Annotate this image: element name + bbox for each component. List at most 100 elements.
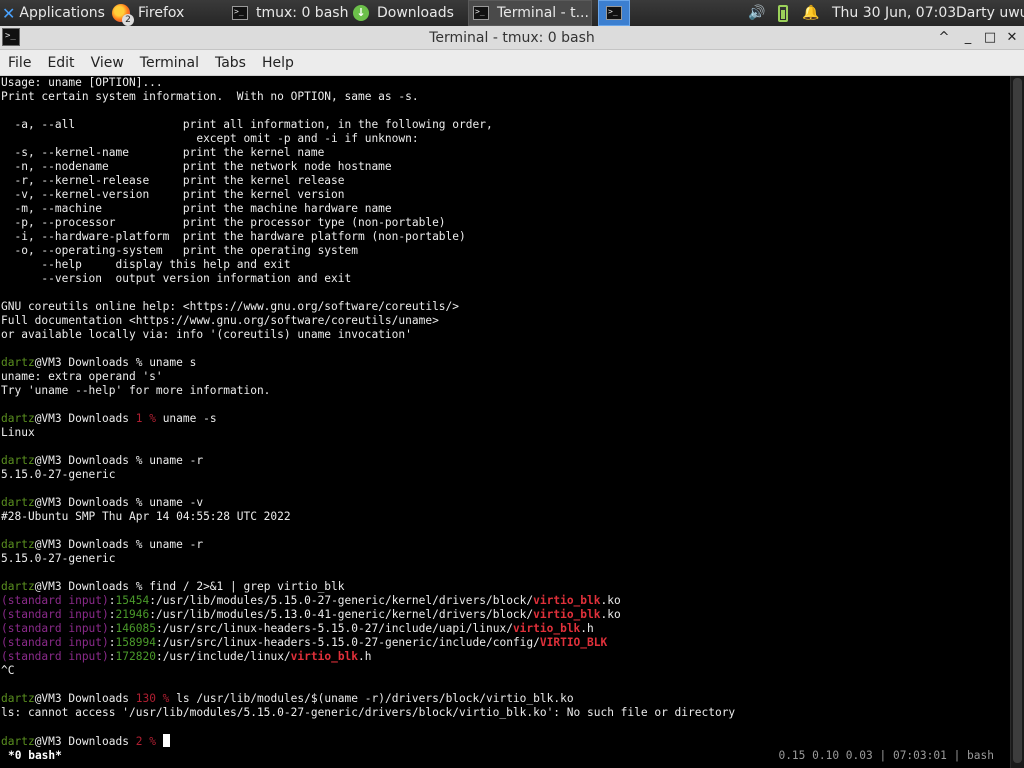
- terminal-line: or available locally via: info '(coreuti…: [0, 328, 1010, 342]
- menu-terminal[interactable]: Terminal: [132, 55, 207, 71]
- terminal-text: ^C: [1, 664, 15, 677]
- terminal-text: :: [108, 650, 116, 663]
- menu-help[interactable]: Help: [254, 55, 302, 71]
- terminal-line: -m, --machine print the machine hardware…: [0, 202, 1010, 216]
- task-label: Firefox: [138, 5, 185, 21]
- terminal-text: :: [108, 608, 116, 621]
- terminal-line: Usage: uname [OPTION]...: [0, 76, 1010, 90]
- menu-file[interactable]: File: [0, 55, 39, 71]
- applications-menu-button[interactable]: ✕ Applications: [2, 0, 108, 26]
- menu-edit[interactable]: Edit: [39, 55, 82, 71]
- terminal-text: -a, --all print all information, in the …: [1, 118, 493, 131]
- menu-view[interactable]: View: [83, 55, 132, 71]
- terminal-text: dartz: [1, 412, 35, 425]
- terminal-text: -v, --kernel-version print the kernel ve…: [1, 188, 345, 201]
- notification-bell-icon[interactable]: 🔔: [802, 0, 819, 26]
- firefox-icon: 2: [112, 4, 134, 26]
- terminal-text: dartz: [1, 538, 35, 551]
- terminal-text: :/usr/lib/modules/5.13.0-41-generic/kern…: [149, 608, 534, 621]
- terminal-text: uname: extra operand 's': [1, 370, 163, 383]
- terminal-text: 2 %: [135, 735, 156, 748]
- window-count-badge: 2: [122, 14, 134, 26]
- volume-icon[interactable]: 🔊: [748, 0, 765, 26]
- terminal-text: Linux: [1, 426, 35, 439]
- terminal-line: dartz@VM3 Downloads 1 % uname -s: [0, 412, 1010, 426]
- terminal-line: dartz@VM3 Downloads 2 %: [0, 734, 1010, 748]
- terminal-text: @VM3 Downloads % uname s: [34, 356, 197, 369]
- terminal-text: 158994: [115, 636, 156, 649]
- shade-button[interactable]: ^: [934, 28, 954, 48]
- terminal-text: :/usr/lib/modules/5.15.0-27-generic/kern…: [149, 594, 534, 607]
- terminal-text: -n, --nodename print the network node ho…: [1, 160, 392, 173]
- window-titlebar[interactable]: >_ Terminal - tmux: 0 bash ^ _ □ ✕: [0, 26, 1024, 50]
- terminal-line: Print certain system information. With n…: [0, 90, 1010, 104]
- terminal-text: Full documentation <https://www.gnu.org/…: [1, 314, 439, 327]
- terminal-line: -s, --kernel-name print the kernel name: [0, 146, 1010, 160]
- terminal-cursor: [162, 734, 170, 747]
- applications-label: Applications: [19, 5, 105, 21]
- close-button[interactable]: ✕: [1002, 28, 1022, 48]
- terminal-text: ls /usr/lib/modules/$(uname -r)/drivers/…: [169, 692, 574, 705]
- task-terminal-active[interactable]: >_ Terminal - t...: [468, 0, 592, 26]
- terminal-scrollbar[interactable]: [1010, 76, 1024, 768]
- tmux-window-list[interactable]: *0 bash*: [8, 749, 62, 763]
- terminal-text: dartz: [1, 454, 35, 467]
- terminal-text: (standard input): [1, 608, 109, 621]
- terminal-line: --help display this help and exit: [0, 258, 1010, 272]
- terminal-line: Linux: [0, 426, 1010, 440]
- terminal-line: -n, --nodename print the network node ho…: [0, 160, 1010, 174]
- clock[interactable]: Thu 30 Jun, 07:03: [832, 0, 956, 26]
- terminal-line: ls: cannot access '/usr/lib/modules/5.15…: [0, 706, 1010, 720]
- terminal-text: @VM3 Downloads % uname -r: [34, 454, 204, 467]
- terminal-line: #28-Ubuntu SMP Thu Apr 14 04:55:28 UTC 2…: [0, 510, 1010, 524]
- terminal-text: -i, --hardware-platform print the hardwa…: [1, 230, 466, 243]
- terminal-line: (standard input):172820:/usr/include/lin…: [0, 650, 1010, 664]
- terminal-icon: >_: [473, 6, 489, 20]
- minimize-button[interactable]: _: [958, 28, 978, 48]
- task-downloads[interactable]: ↓ Downloads: [353, 0, 465, 26]
- terminal-icon: >_: [606, 6, 622, 20]
- terminal-text: VIRTIO_BLK: [539, 636, 608, 649]
- show-terminal-launcher[interactable]: >_: [598, 0, 630, 26]
- terminal-text: -o, --operating-system print the operati…: [1, 244, 358, 257]
- terminal-icon: >_: [232, 6, 248, 20]
- terminal-line: except omit -p and -i if unknown:: [0, 132, 1010, 146]
- user-menu[interactable]: Darty uwu: [956, 0, 1024, 26]
- terminal-text: @VM3 Downloads: [34, 735, 136, 748]
- terminal-text: 21946: [115, 608, 150, 621]
- terminal-line: dartz@VM3 Downloads % uname -v: [0, 496, 1010, 510]
- menu-bar: File Edit View Terminal Tabs Help: [0, 50, 1024, 76]
- terminal-line: ^C: [0, 664, 1010, 678]
- terminal-text: ls: cannot access '/usr/lib/modules/5.15…: [1, 706, 736, 719]
- terminal-text: @VM3 Downloads % uname -r: [34, 538, 204, 551]
- scrollbar-thumb[interactable]: [1013, 78, 1022, 763]
- task-firefox[interactable]: 2 Firefox: [112, 0, 224, 26]
- terminal-text: 5.15.0-27-generic: [1, 552, 116, 565]
- terminal-text: virtio_blk: [533, 594, 601, 607]
- terminal-text: dartz: [1, 580, 35, 593]
- menu-tabs[interactable]: Tabs: [207, 55, 254, 71]
- terminal-text: uname -s: [155, 412, 217, 425]
- terminal-line: dartz@VM3 Downloads % uname -r: [0, 538, 1010, 552]
- battery-icon[interactable]: [778, 0, 788, 26]
- terminal-text: @VM3 Downloads % find / 2>&1 | grep virt…: [34, 580, 345, 593]
- terminal-text: @VM3 Downloads % uname -v: [34, 496, 204, 509]
- terminal-line: -r, --kernel-release print the kernel re…: [0, 174, 1010, 188]
- terminal-line: dartz@VM3 Downloads % uname -r: [0, 454, 1010, 468]
- terminal-text: -m, --machine print the machine hardware…: [1, 202, 392, 215]
- terminal-text: -s, --kernel-name print the kernel name: [1, 146, 325, 159]
- tmux-status-bar: *0 bash* 0.15 0.10 0.03 | 07:03:01 | bas…: [0, 749, 1010, 763]
- terminal-text: virtio_blk: [512, 622, 581, 635]
- task-tmux[interactable]: >_ tmux: 0 bash: [232, 0, 350, 26]
- terminal-text: .ko: [600, 608, 621, 621]
- terminal-text: #28-Ubuntu SMP Thu Apr 14 04:55:28 UTC 2…: [1, 510, 291, 523]
- terminal-output[interactable]: Usage: uname [OPTION]... Print certain sy…: [0, 76, 1010, 768]
- terminal-text: 146085: [115, 622, 156, 635]
- maximize-button[interactable]: □: [980, 28, 1000, 48]
- terminal-text: dartz: [1, 496, 35, 509]
- terminal-line: 5.15.0-27-generic: [0, 468, 1010, 482]
- terminal-line: uname: extra operand 's': [0, 370, 1010, 384]
- terminal-text: --help display this help and exit: [1, 258, 291, 271]
